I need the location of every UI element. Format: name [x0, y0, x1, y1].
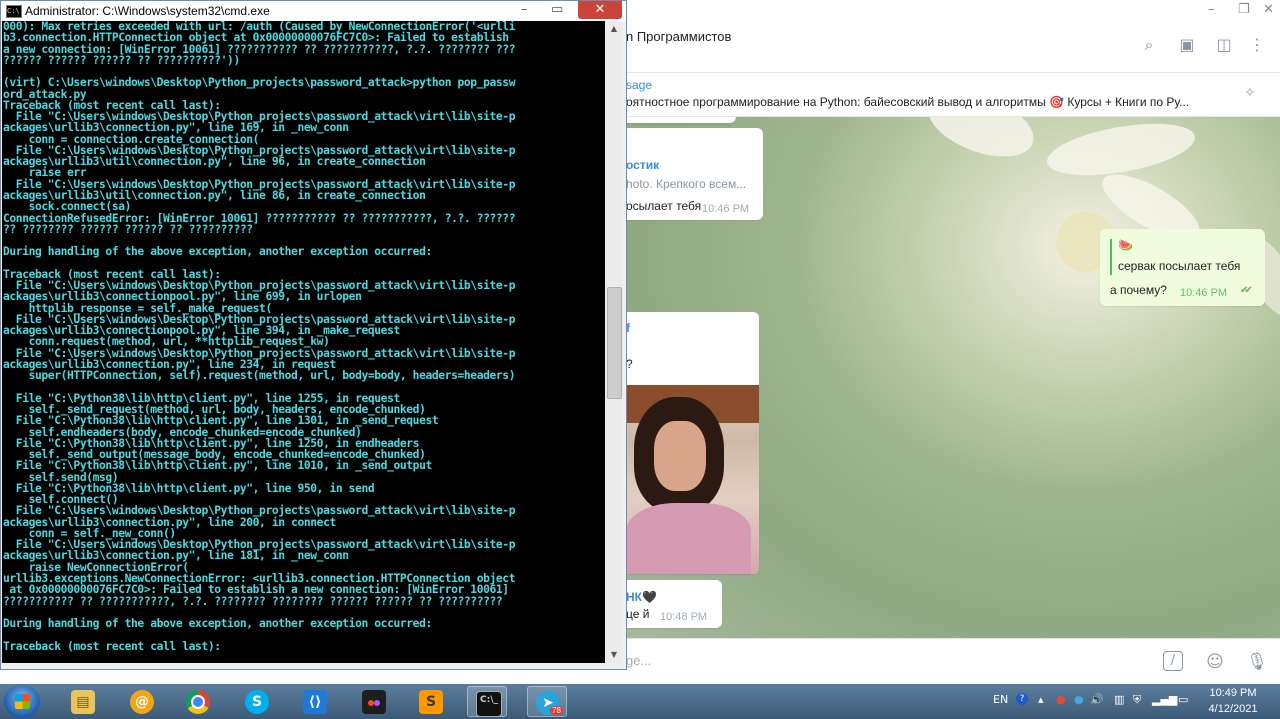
minimize-icon[interactable]: –: [521, 2, 528, 17]
outgoing-message-bubble[interactable]: 🍉 сервак посылает тебя а почему? 10:46 P…: [1100, 229, 1265, 306]
reply-text: сервак посылает тебя: [1118, 259, 1241, 273]
message-time: 10:46 PM: [1180, 287, 1228, 299]
wallpaper-petal: [919, 117, 1043, 170]
unpin-icon[interactable]: ✧: [1244, 85, 1256, 101]
taskbar-skype[interactable]: S: [237, 686, 277, 717]
help-icon[interactable]: ?: [1016, 693, 1028, 705]
message-bubble[interactable]: остик hoto. Крепкого всем... осылает теб…: [626, 128, 763, 220]
tray-app-icon[interactable]: ●: [1074, 693, 1084, 706]
maximize-icon[interactable]: ❐: [1238, 2, 1250, 17]
reply-emoji: 🍉: [1118, 238, 1133, 252]
language-indicator[interactable]: EN: [993, 693, 1008, 706]
taskbar-chrome[interactable]: [178, 686, 218, 717]
reply-bar: [1110, 239, 1112, 275]
sublime-icon: S: [419, 690, 443, 714]
tray-app-icon[interactable]: ▥: [1114, 693, 1124, 706]
pinned-text: оятностное программирование на Python: б…: [626, 95, 1190, 109]
clock-time[interactable]: 10:49 PM: [1203, 687, 1263, 699]
chat-header: n Программистов ⌕ ▣ ◫ ⋮: [626, 22, 1280, 73]
message-bubble[interactable]: НК🖤 це й 10:48 PM: [626, 580, 722, 628]
scrollbar[interactable]: ▲ ▼: [605, 21, 623, 663]
message-input[interactable]: ge...: [626, 653, 651, 668]
reply-preview: hoto. Крепкого всем...: [626, 177, 747, 191]
start-button[interactable]: [4, 685, 40, 718]
tray-app-icon[interactable]: ●: [1056, 693, 1066, 706]
close-button[interactable]: ✕: [578, 1, 622, 19]
gif-image[interactable]: [626, 385, 759, 574]
message-text: це й: [626, 607, 650, 621]
scrollbar-thumb[interactable]: [607, 287, 622, 399]
at-sign-icon: @: [130, 690, 154, 714]
taskbar: ▤ @ S ⟨⟩ S C:\_ ➤ 78 EN ? ▴ ● ● 🔊 ▥ ⛨ ▂▄…: [0, 684, 1280, 719]
more-icon[interactable]: ⋮: [1248, 36, 1266, 54]
console-text: 000): Max retries exceeded with url: /au…: [3, 21, 516, 653]
taskbar-vscode[interactable]: ⟨⟩: [295, 686, 335, 717]
message-text: ?: [626, 357, 633, 371]
taskbar-figma[interactable]: [354, 686, 394, 717]
skype-icon: S: [245, 690, 269, 714]
message-text: а почему?: [1110, 283, 1167, 297]
taskbar-sublime[interactable]: S: [411, 686, 451, 717]
console-output[interactable]: 000): Max retries exceeded with url: /au…: [2, 21, 605, 663]
message-bubble[interactable]: [626, 117, 736, 123]
gif-face: [654, 421, 706, 491]
message-bubble[interactable]: f ?: [626, 312, 759, 574]
signal-icon[interactable]: ▂▄▆: [1152, 693, 1177, 706]
sidebar-toggle-icon[interactable]: ◫: [1215, 36, 1233, 54]
unread-badge: 78: [550, 706, 563, 715]
minimize-icon[interactable]: –: [1208, 2, 1215, 17]
pinned-message-bar[interactable]: sage оятностное программирование на Pyth…: [626, 73, 1280, 117]
microphone-icon[interactable]: 🎙: [1246, 651, 1268, 673]
chat-title[interactable]: n Программистов: [626, 29, 731, 44]
chat-area: остик hoto. Крепкого всем... осылает теб…: [626, 117, 1280, 638]
message-time: 10:48 PM: [660, 611, 708, 623]
vscode-icon: ⟨⟩: [303, 690, 327, 714]
voice-chat-icon[interactable]: ▣: [1178, 36, 1196, 54]
figma-icon: [362, 690, 386, 714]
taskbar-telegram[interactable]: ➤ 78: [527, 686, 567, 717]
message-input-bar: ge... / ☺ 🎙: [626, 638, 1280, 685]
message-sender[interactable]: остик: [626, 158, 659, 172]
security-icon[interactable]: ⛨: [1133, 693, 1141, 707]
maximize-icon[interactable]: ▭: [551, 2, 563, 17]
search-icon[interactable]: ⌕: [1140, 36, 1158, 54]
windows-logo-icon: [15, 694, 30, 709]
taskbar-cmd[interactable]: C:\_: [467, 686, 507, 717]
cmd-titlebar[interactable]: C:\ Administrator: C:\Windows\system32\c…: [1, 1, 626, 21]
volume-icon[interactable]: 🔊: [1090, 693, 1104, 706]
cmd-app-icon: C:\: [6, 5, 22, 18]
message-sender[interactable]: НК🖤: [626, 590, 657, 604]
cmd-window-title: Administrator: C:\Windows\system32\cmd.e…: [25, 4, 270, 18]
scroll-up-arrow-icon[interactable]: ▲: [605, 21, 623, 37]
emoji-icon[interactable]: ☺: [1204, 651, 1226, 673]
chevron-up-icon[interactable]: ▴: [1038, 693, 1044, 706]
chrome-icon: [186, 690, 210, 714]
bot-commands-icon[interactable]: /: [1163, 651, 1183, 671]
clock-date[interactable]: 4/12/2021: [1198, 703, 1268, 715]
taskbar-explorer[interactable]: ▤: [63, 686, 103, 717]
pinned-title: sage: [626, 78, 653, 92]
cmd-window[interactable]: C:\ Administrator: C:\Windows\system32\c…: [0, 0, 627, 670]
cmd-icon: C:\_: [476, 691, 502, 717]
read-checkmarks-icon: ✔✔: [1240, 285, 1253, 296]
message-text: осылает тебя: [626, 199, 702, 213]
scroll-down-arrow-icon[interactable]: ▼: [605, 647, 623, 663]
gif-shirt: [626, 503, 751, 574]
taskbar-at-app[interactable]: @: [122, 686, 162, 717]
message-time: 10:46 PM: [702, 203, 750, 215]
close-icon[interactable]: ✕: [1263, 2, 1274, 17]
network-icon[interactable]: ▭: [1178, 693, 1188, 706]
folder-icon: ▤: [71, 690, 95, 714]
